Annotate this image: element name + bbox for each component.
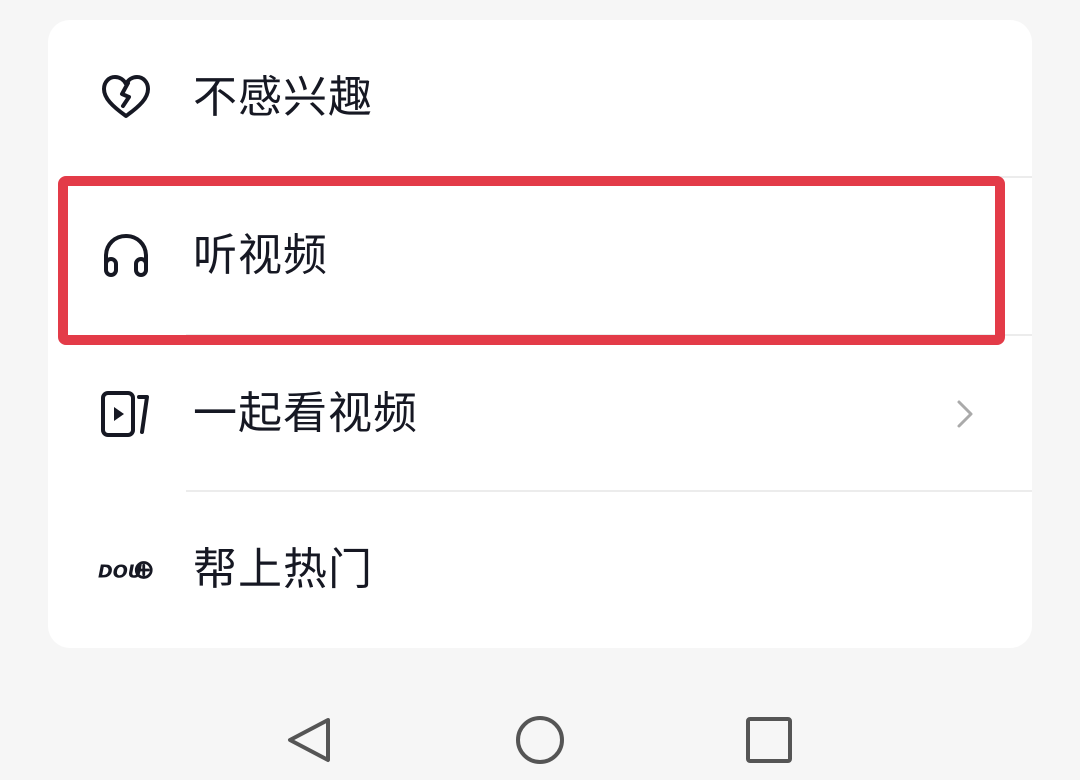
menu-item-label: 一起看视频: [193, 388, 418, 439]
menu-item-not-interested[interactable]: 不感兴趣: [48, 20, 1032, 176]
recents-square-icon[interactable]: [741, 712, 797, 768]
menu-item-watch-together[interactable]: 一起看视频: [48, 336, 1032, 492]
back-triangle-icon[interactable]: [282, 712, 338, 768]
chevron-right-icon: [950, 398, 978, 430]
watch-together-icon: [98, 386, 154, 442]
menu-item-listen-video[interactable]: 听视频: [48, 178, 1032, 334]
broken-heart-icon: [98, 70, 154, 126]
menu-item-label: 听视频: [193, 230, 328, 281]
menu-item-promote[interactable]: DOU 帮上热门: [48, 492, 1032, 648]
navigation-bar: [0, 690, 1080, 780]
menu-item-label: 不感兴趣: [193, 72, 373, 123]
headphones-icon: [98, 228, 154, 284]
menu-item-label: 帮上热门: [193, 544, 373, 595]
home-circle-icon[interactable]: [512, 712, 568, 768]
action-menu-card: 不感兴趣 听视频 一起看视频 DOU 帮上热门: [48, 20, 1032, 648]
dou-plus-icon: DOU: [98, 542, 154, 598]
